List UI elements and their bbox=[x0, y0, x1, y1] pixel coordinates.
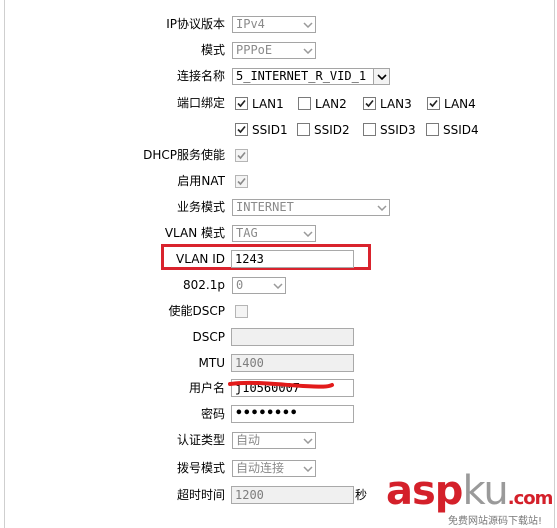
enable-nat-checkbox[interactable] bbox=[235, 175, 248, 188]
vlan-mode-label: VLAN 模式 bbox=[164, 226, 225, 240]
timeout-unit: 秒 bbox=[355, 488, 368, 502]
left-border-line bbox=[4, 0, 5, 528]
lan1-checkbox[interactable] bbox=[235, 97, 248, 110]
enable-dscp-checkbox[interactable] bbox=[235, 305, 248, 318]
lan3-checkbox[interactable] bbox=[363, 97, 376, 110]
timeout-input[interactable]: 1200 bbox=[231, 486, 354, 504]
dhcp-service-checkbox[interactable] bbox=[235, 149, 248, 162]
enable-nat-label: 启用NAT bbox=[177, 174, 225, 188]
ssid4-checkbox[interactable] bbox=[426, 123, 439, 136]
watermark-brand-c: .com bbox=[507, 488, 554, 509]
ssid3-label: SSID3 bbox=[380, 123, 416, 137]
ssid2-checkbox[interactable] bbox=[297, 123, 310, 136]
watermark-subtitle: 免费网站源码下载站! bbox=[448, 516, 543, 527]
lan4-checkbox[interactable] bbox=[427, 97, 440, 110]
mode-label: 模式 bbox=[200, 43, 225, 57]
watermark-brand-b: ku bbox=[462, 468, 508, 514]
connection-name-label: 连接名称 bbox=[176, 69, 225, 83]
vlan-id-input[interactable]: 1243 bbox=[231, 250, 354, 268]
password-input[interactable]: •••••••• bbox=[231, 405, 354, 423]
connection-name-select[interactable]: 5_INTERNET_R_VID_1 bbox=[232, 68, 390, 85]
ip-version-value: IPv4 bbox=[236, 17, 265, 31]
dial-mode-value: 自动连接 bbox=[236, 461, 285, 475]
username-label: 用户名 bbox=[188, 381, 225, 395]
lan2-checkbox[interactable] bbox=[298, 97, 311, 110]
lan2-label: LAN2 bbox=[315, 97, 347, 111]
lan1-label: LAN1 bbox=[252, 97, 284, 111]
auth-type-label: 认证类型 bbox=[176, 433, 225, 447]
enable-dscp-label: 使能DSCP bbox=[168, 304, 225, 318]
priority-8021p-select[interactable]: 0 bbox=[232, 277, 286, 294]
site-watermark: aspku.com 免费网站源码下载站! bbox=[386, 468, 556, 528]
vlan-id-label: VLAN ID bbox=[176, 252, 225, 266]
chevron-down-icon bbox=[300, 17, 315, 32]
ssid2-label: SSID2 bbox=[314, 123, 350, 137]
chevron-down-icon bbox=[373, 69, 389, 84]
mtu-label: MTU bbox=[198, 356, 225, 370]
dscp-label: DSCP bbox=[192, 330, 225, 344]
service-mode-label: 业务模式 bbox=[176, 200, 225, 214]
chevron-down-icon bbox=[300, 433, 315, 448]
password-label: 密码 bbox=[200, 407, 225, 421]
dial-mode-label: 拨号模式 bbox=[176, 461, 225, 475]
chevron-down-icon bbox=[300, 43, 315, 58]
ip-version-select[interactable]: IPv4 bbox=[232, 16, 316, 33]
ssid1-label: SSID1 bbox=[252, 123, 288, 137]
lan4-label: LAN4 bbox=[444, 97, 476, 111]
auth-type-value: 自动 bbox=[236, 433, 261, 447]
mode-select[interactable]: PPPoE bbox=[232, 42, 316, 59]
right-border-line bbox=[554, 0, 555, 528]
mode-value: PPPoE bbox=[236, 43, 273, 57]
dhcp-service-label: DHCP服务使能 bbox=[143, 148, 225, 162]
ssid3-checkbox[interactable] bbox=[363, 123, 376, 136]
ip-version-label: IP协议版本 bbox=[166, 17, 225, 31]
port-binding-label: 端口绑定 bbox=[176, 96, 225, 110]
chevron-down-icon bbox=[300, 226, 315, 241]
service-mode-value: INTERNET bbox=[236, 200, 294, 214]
priority-8021p-value: 0 bbox=[236, 278, 244, 292]
timeout-label: 超时时间 bbox=[176, 488, 225, 502]
chevron-down-icon bbox=[374, 200, 389, 215]
auth-type-select[interactable]: 自动 bbox=[232, 432, 316, 449]
ssid1-checkbox[interactable] bbox=[235, 123, 248, 136]
chevron-down-icon bbox=[300, 461, 315, 476]
vlan-mode-value: TAG bbox=[236, 226, 258, 240]
mtu-input[interactable]: 1400 bbox=[231, 354, 354, 372]
dial-mode-select[interactable]: 自动连接 bbox=[232, 460, 316, 477]
ssid4-label: SSID4 bbox=[443, 123, 479, 137]
connection-name-value: 5_INTERNET_R_VID_1 bbox=[236, 69, 367, 83]
watermark-brand-a: asp bbox=[386, 468, 463, 514]
redaction-scribble bbox=[228, 380, 334, 389]
dscp-input[interactable] bbox=[231, 328, 354, 346]
lan3-label: LAN3 bbox=[380, 97, 412, 111]
vlan-mode-select[interactable]: TAG bbox=[232, 225, 316, 242]
service-mode-select[interactable]: INTERNET bbox=[232, 199, 390, 216]
chevron-down-icon bbox=[270, 278, 285, 293]
priority-8021p-label: 802.1p bbox=[183, 278, 225, 292]
